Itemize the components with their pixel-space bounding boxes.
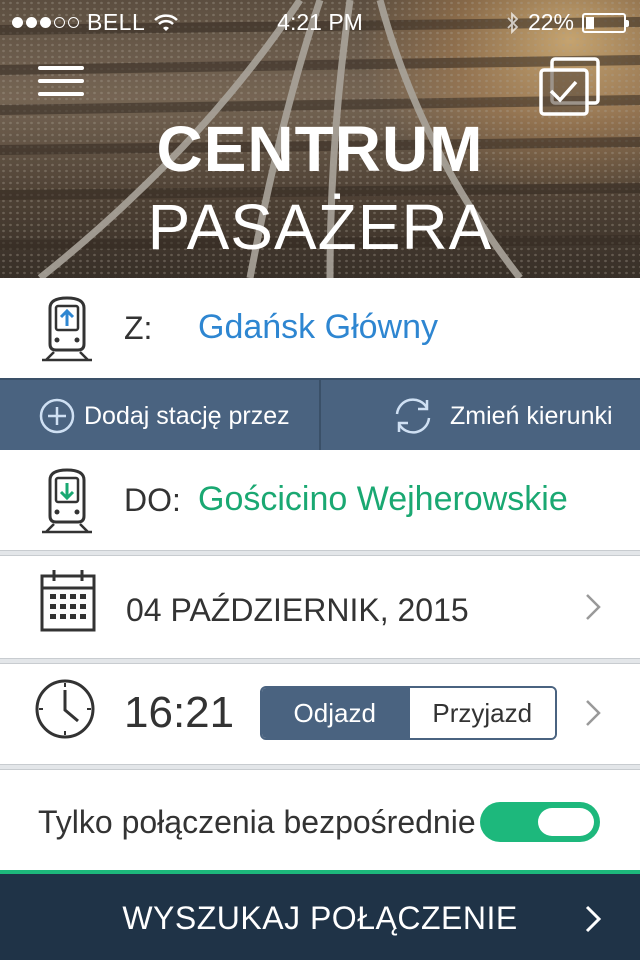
from-station-name[interactable]: Gdańsk Główny [198,308,438,347]
to-label: DO: [124,482,181,518]
bluetooth-icon [507,11,519,34]
to-station-row[interactable]: DO: Gościcino Wejherowskie [0,450,640,550]
route-actions-bar: Dodaj stację przez Zmień kierunki [0,378,640,452]
departure-arrival-toggle: Odjazd Przyjazd [260,686,557,740]
segment-departure[interactable]: Odjazd [262,688,408,738]
train-departure-icon [42,296,92,362]
add-via-station-button[interactable]: Dodaj stację przez [38,380,290,452]
chevron-right-icon [586,594,601,620]
plus-circle-icon [39,398,75,434]
train-arrival-icon [42,468,92,534]
direct-only-label: Tylko połączenia bezpośrednie [38,804,476,840]
action-divider [319,380,321,452]
battery-percent: 22% [527,9,574,35]
page-title-line1: CENTRUM [156,113,484,185]
direct-only-switch[interactable] [480,802,600,842]
date-row[interactable]: 04 PAŹDZIERNIK, 2015 [0,556,640,658]
from-label: Z: [124,310,153,346]
from-station-row[interactable]: Z: Gdańsk Główny [0,278,640,378]
swap-directions-button[interactable]: Zmień kierunki [390,380,613,452]
hamburger-menu-icon[interactable] [38,66,84,102]
add-via-station-label: Dodaj stację przez [84,401,290,430]
page-title-line2: PASAŻERA [147,191,493,263]
direct-only-row: Tylko połączenia bezpośrednie [0,770,640,870]
swap-directions-label: Zmień kierunki [450,401,613,430]
chevron-right-icon [586,700,601,726]
calendar-icon [40,570,96,632]
time-row[interactable]: 16:21 Odjazd Przyjazd [0,664,640,764]
switch-knob [538,808,594,836]
clock-icon [35,679,95,739]
tickets-check-icon[interactable] [538,56,602,116]
chevron-right-icon [585,905,602,933]
travel-date: 04 PAŹDZIERNIK, 2015 [126,592,469,628]
status-bar: BELL 4:21 PM 22% [0,0,640,44]
swap-arrows-icon [395,398,431,434]
battery-icon [582,12,629,33]
travel-time: 16:21 [124,688,235,737]
header-banner: BELL 4:21 PM 22% CENTRUM PASAŻERA [0,0,640,278]
segment-arrival[interactable]: Przyjazd [407,688,555,738]
to-station-name[interactable]: Gościcino Wejherowskie [198,480,568,519]
search-connection-button[interactable]: WYSZUKAJ POŁĄCZENIE [0,870,640,960]
search-connection-label: WYSZUKAJ POŁĄCZENIE [122,900,518,936]
